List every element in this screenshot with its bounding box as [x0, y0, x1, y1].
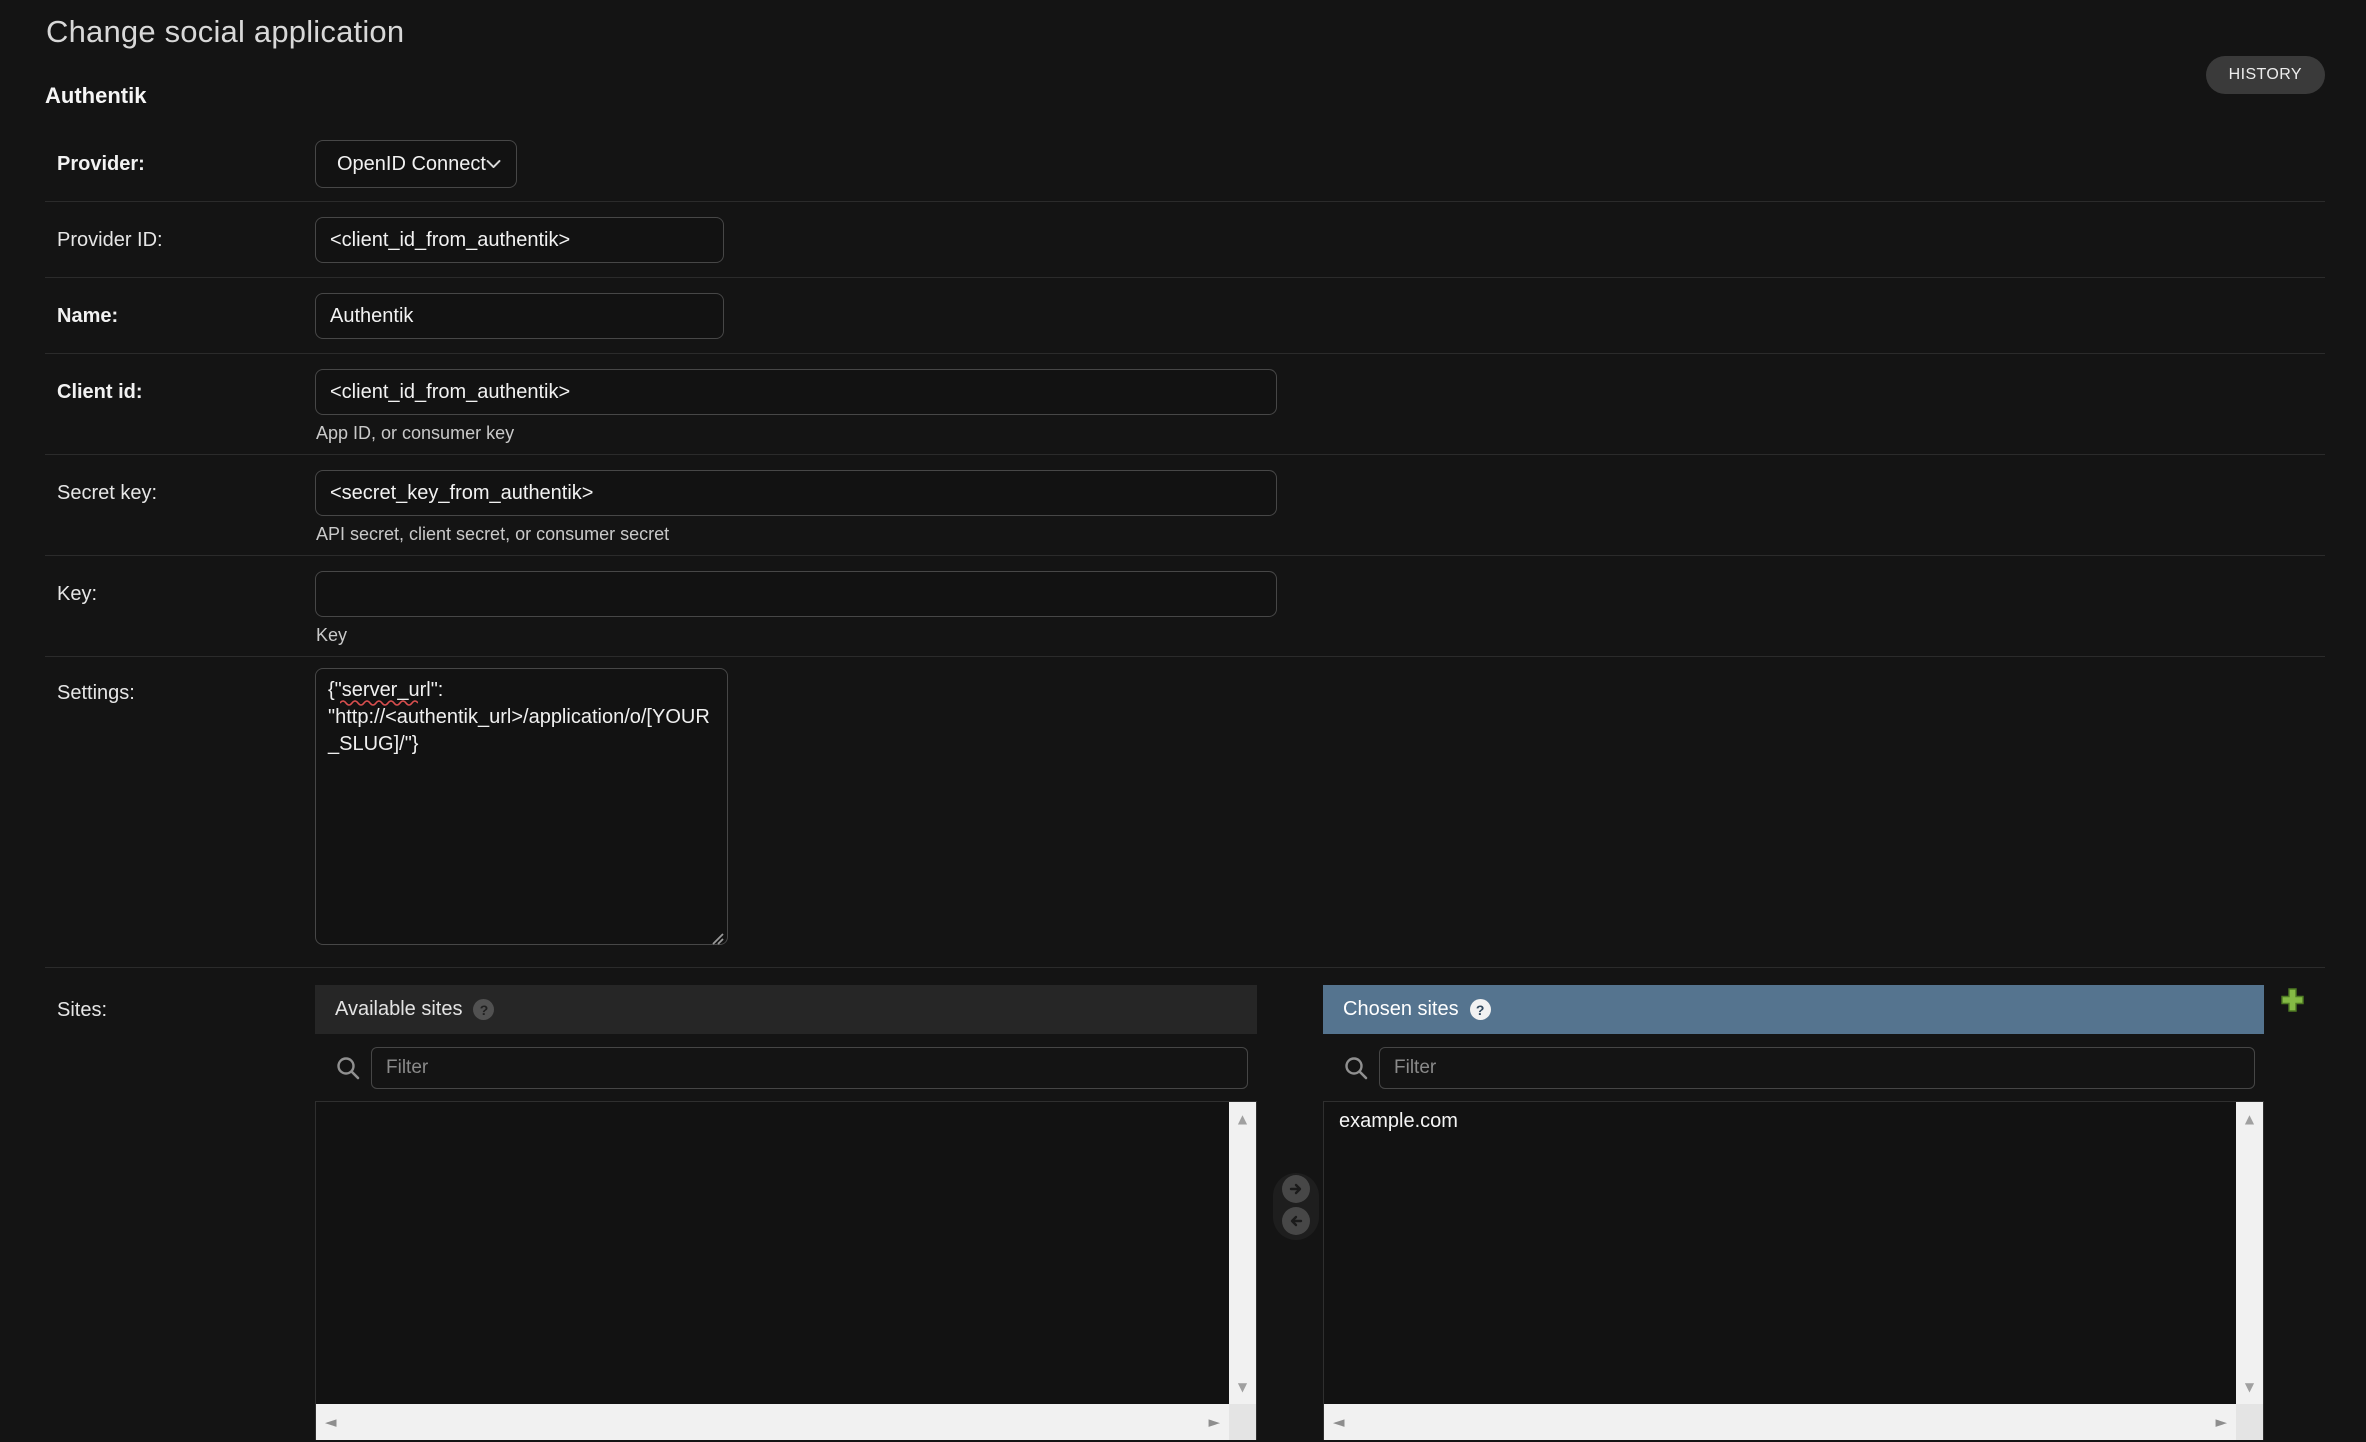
history-button[interactable]: HISTORY [2206, 56, 2325, 94]
secret-key-help-text: API secret, client secret, or consumer s… [316, 524, 1277, 545]
provider-selected-value: OpenID Connect [337, 153, 486, 176]
scroll-right-arrow[interactable]: ► [2215, 1413, 2227, 1431]
remove-arrow-button[interactable] [1282, 1207, 1310, 1235]
key-label: Key: [45, 571, 315, 646]
client-id-input[interactable] [315, 369, 1277, 415]
change-social-application-page: Change social application HISTORY Authen… [0, 0, 2366, 1442]
available-sites-list[interactable]: ▲ ▼ ◄ ► [315, 1101, 1257, 1440]
search-icon [1343, 1055, 1369, 1081]
chosen-vertical-scrollbar[interactable]: ▲ ▼ [2236, 1102, 2263, 1404]
scroll-left-arrow[interactable]: ◄ [1333, 1413, 1345, 1431]
name-label: Name: [45, 293, 315, 339]
available-sites-help-icon[interactable]: ? [473, 999, 494, 1020]
sites-row: Sites: Available sites ? [45, 968, 2325, 1440]
choose-arrow-button[interactable] [1282, 1175, 1310, 1203]
provider-id-row: Provider ID: [45, 202, 2325, 278]
chosen-filter-row [1323, 1034, 2264, 1101]
chosen-sites-title: Chosen sites [1343, 998, 1459, 1021]
resize-handle[interactable] [709, 930, 724, 945]
chosen-filter-input[interactable] [1379, 1047, 2255, 1089]
available-sites-title: Available sites [335, 998, 462, 1021]
site-mover-controls [1273, 1173, 1319, 1240]
name-input[interactable] [315, 293, 724, 339]
add-site-icon[interactable] [2280, 987, 2305, 1013]
settings-textarea[interactable]: {"server_url": "http://<authentik_url>/a… [315, 668, 728, 945]
available-filter-input[interactable] [371, 1047, 1248, 1089]
scroll-down-arrow[interactable]: ▼ [2236, 1372, 2263, 1402]
available-sites-header: Available sites ? [315, 985, 1257, 1034]
scroll-right-arrow[interactable]: ► [1208, 1413, 1220, 1431]
arrow-left-icon [1288, 1213, 1304, 1229]
scroll-up-arrow[interactable]: ▲ [1229, 1104, 1256, 1134]
object-tools: HISTORY [2206, 56, 2325, 94]
settings-label: Settings: [45, 668, 315, 950]
name-row: Name: [45, 278, 2325, 354]
available-sites-panel: Available sites ? ▲ ▼ [315, 985, 1257, 1440]
chosen-sites-list[interactable]: example.com ▲ ▼ ◄ ► [1323, 1101, 2264, 1440]
key-row: Key: Key [45, 556, 2325, 657]
scrollbar-corner [1229, 1404, 1256, 1440]
page-title: Change social application [0, 0, 2366, 50]
chosen-sites-help-icon[interactable]: ? [1470, 999, 1491, 1020]
provider-select[interactable]: OpenID Connect [315, 140, 517, 188]
scrollbar-corner [2236, 1404, 2263, 1440]
provider-row: Provider: OpenID Connect [45, 119, 2325, 202]
chosen-sites-header: Chosen sites ? [1323, 985, 2264, 1034]
scroll-up-arrow[interactable]: ▲ [2236, 1104, 2263, 1134]
key-input[interactable] [315, 571, 1277, 617]
chevron-down-icon [486, 157, 501, 171]
key-help-text: Key [316, 625, 1277, 646]
client-id-help-text: App ID, or consumer key [316, 423, 1277, 444]
settings-row: Settings: {"server_url": "http://<authen… [45, 657, 2325, 968]
chosen-horizontal-scrollbar[interactable]: ◄ ► [1324, 1404, 2236, 1440]
sites-label: Sites: [45, 985, 315, 1440]
search-icon [335, 1055, 361, 1081]
secret-key-label: Secret key: [45, 470, 315, 545]
social-application-form: Provider: OpenID Connect Provider ID: Na… [45, 119, 2325, 1440]
scroll-left-arrow[interactable]: ◄ [325, 1413, 337, 1431]
secret-key-input[interactable] [315, 470, 1277, 516]
available-horizontal-scrollbar[interactable]: ◄ ► [316, 1404, 1229, 1440]
available-filter-row [315, 1034, 1257, 1101]
provider-id-label: Provider ID: [45, 217, 315, 263]
client-id-row: Client id: App ID, or consumer key [45, 354, 2325, 455]
provider-id-input[interactable] [315, 217, 724, 263]
client-id-label: Client id: [45, 369, 315, 444]
chosen-sites-panel: Chosen sites ? example.com [1323, 985, 2264, 1440]
arrow-right-icon [1288, 1181, 1304, 1197]
scroll-down-arrow[interactable]: ▼ [1229, 1372, 1256, 1402]
sites-selector: Available sites ? ▲ ▼ [315, 985, 2325, 1440]
chosen-site-option[interactable]: example.com [1324, 1105, 2263, 1138]
secret-key-row: Secret key: API secret, client secret, o… [45, 455, 2325, 556]
object-name-heading: Authentik [45, 83, 2366, 109]
provider-label: Provider: [45, 140, 315, 188]
available-vertical-scrollbar[interactable]: ▲ ▼ [1229, 1102, 1256, 1404]
